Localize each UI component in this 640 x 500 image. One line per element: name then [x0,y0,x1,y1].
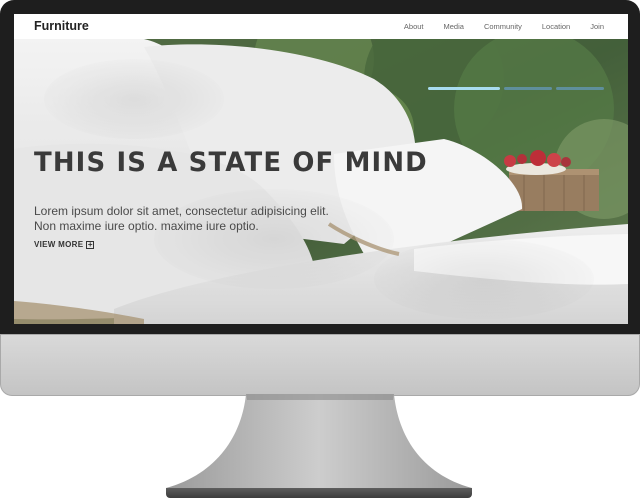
monitor-chin [0,334,640,396]
slider-indicator-1[interactable] [428,87,500,90]
nav-link-join[interactable]: Join [590,22,604,31]
view-more-label: VIEW MORE [34,240,84,249]
hero-banner [14,39,628,324]
nav-link-location[interactable]: Location [542,22,570,31]
nav-link-about[interactable]: About [404,22,424,31]
nav-link-community[interactable]: Community [484,22,522,31]
view-more-button[interactable]: VIEW MORE + [34,239,95,249]
plus-icon: + [86,239,95,249]
slider-indicator-2[interactable] [504,87,552,90]
hero-slider-indicators [428,87,604,90]
monitor-screen: Furniture About Media Community Location… [14,14,628,324]
hero-body-line-1: Lorem ipsum dolor sit amet, consectetur … [34,204,329,218]
hero-headline: THIS IS A STATE OF MIND [34,147,428,178]
slider-indicator-3[interactable] [556,87,604,90]
monitor-stand [166,394,472,488]
nav-link-media[interactable]: Media [444,22,464,31]
brand-logo[interactable]: Furniture [34,19,89,33]
hero-body-text: Lorem ipsum dolor sit amet, consectetur … [34,204,329,234]
nav-links: About Media Community Location Join [384,22,604,31]
top-navbar: Furniture About Media Community Location… [14,14,628,39]
monitor-stand-base [166,488,472,498]
hero-background-image [14,39,628,324]
hero-body-line-2: Non maxime iure optio. maxime iure optio… [34,219,259,233]
